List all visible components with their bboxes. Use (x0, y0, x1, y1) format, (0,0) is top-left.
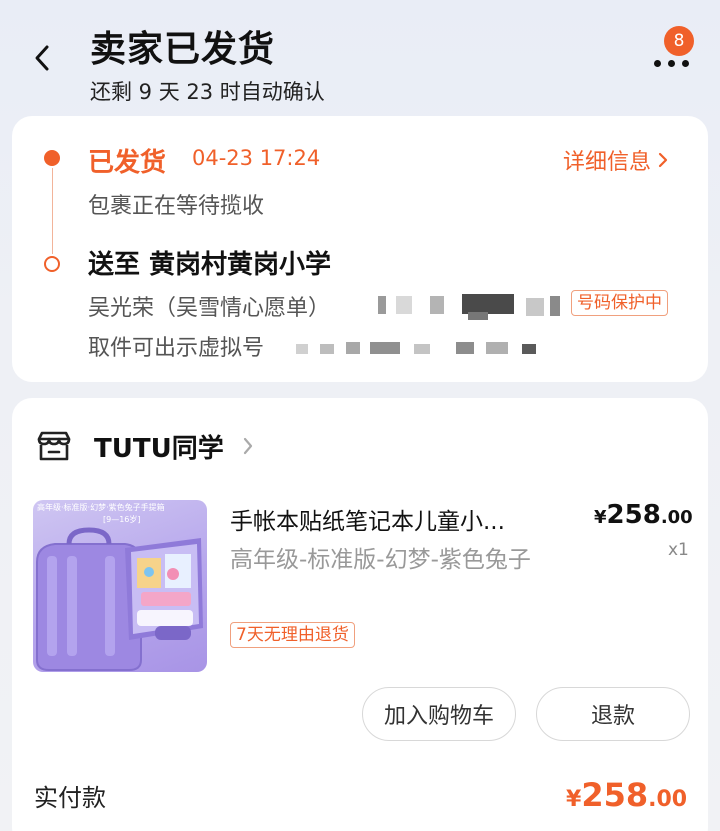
paid-decimal: .00 (648, 787, 688, 812)
detail-link-label: 详细信息 (563, 150, 652, 175)
add-to-cart-button[interactable]: 加入购物车 (362, 687, 516, 741)
product-price: ¥258.00 (594, 500, 693, 530)
return-policy-tag: 7天无理由退货 (230, 622, 355, 648)
more-dots-icon (654, 60, 689, 67)
chevron-right-icon (243, 437, 252, 455)
product-title[interactable]: 手帐本贴纸笔记本儿童小... (230, 502, 570, 536)
product-spec: 高年级-标准版-幻梦-紫色兔子 (230, 547, 531, 573)
destination-dot-icon (44, 256, 60, 272)
refund-button[interactable]: 退款 (536, 687, 690, 741)
auto-confirm-countdown: 还剩 9 天 23 时自动确认 (90, 80, 325, 104)
package-status: 包裹正在等待揽收 (88, 194, 265, 219)
paid-amount: ¥258.00 (566, 776, 687, 814)
number-privacy-tag: 号码保护中 (571, 290, 668, 316)
virtual-number-redacted (296, 330, 546, 358)
message-count-badge: 8 (664, 26, 694, 56)
back-button[interactable] (26, 38, 58, 78)
shop-link[interactable]: TUTU同学 (36, 426, 296, 466)
shipped-dot-icon (44, 150, 60, 166)
paid-amount-label: 实付款 (34, 784, 106, 812)
page-title: 卖家已发货 (90, 29, 276, 70)
shop-name: TUTU同学 (94, 433, 224, 464)
price-decimal: .00 (660, 507, 693, 528)
phone-number-redacted (378, 292, 568, 322)
pickup-hint: 取件可出示虚拟号 (88, 336, 265, 361)
product-quantity: x1 (668, 540, 689, 560)
shipping-time: 04-23 17:24 (192, 146, 321, 170)
chevron-left-icon (35, 45, 49, 71)
price-currency: ¥ (594, 507, 607, 528)
product-image[interactable]: 高年级·标准版·幻梦·紫色兔子手提箱 [9—16岁] (33, 500, 207, 672)
paid-integer: 258 (581, 776, 649, 814)
recipient-name: 吴光荣（吴雪情心愿单） (88, 296, 331, 321)
timeline-line (52, 168, 53, 254)
logistics-detail-link[interactable]: 详细信息 (563, 144, 669, 176)
price-integer: 258 (606, 500, 661, 530)
suitcase-illustration (36, 527, 203, 671)
delivery-address: 送至 黄岗村黄岗小学 (88, 250, 332, 280)
chevron-right-icon (658, 152, 668, 168)
order-header: 卖家已发货 还剩 9 天 23 时自动确认 8 (0, 0, 720, 112)
store-icon (37, 431, 71, 461)
shipping-status: 已发货 (88, 148, 167, 178)
paid-currency: ¥ (566, 787, 582, 812)
